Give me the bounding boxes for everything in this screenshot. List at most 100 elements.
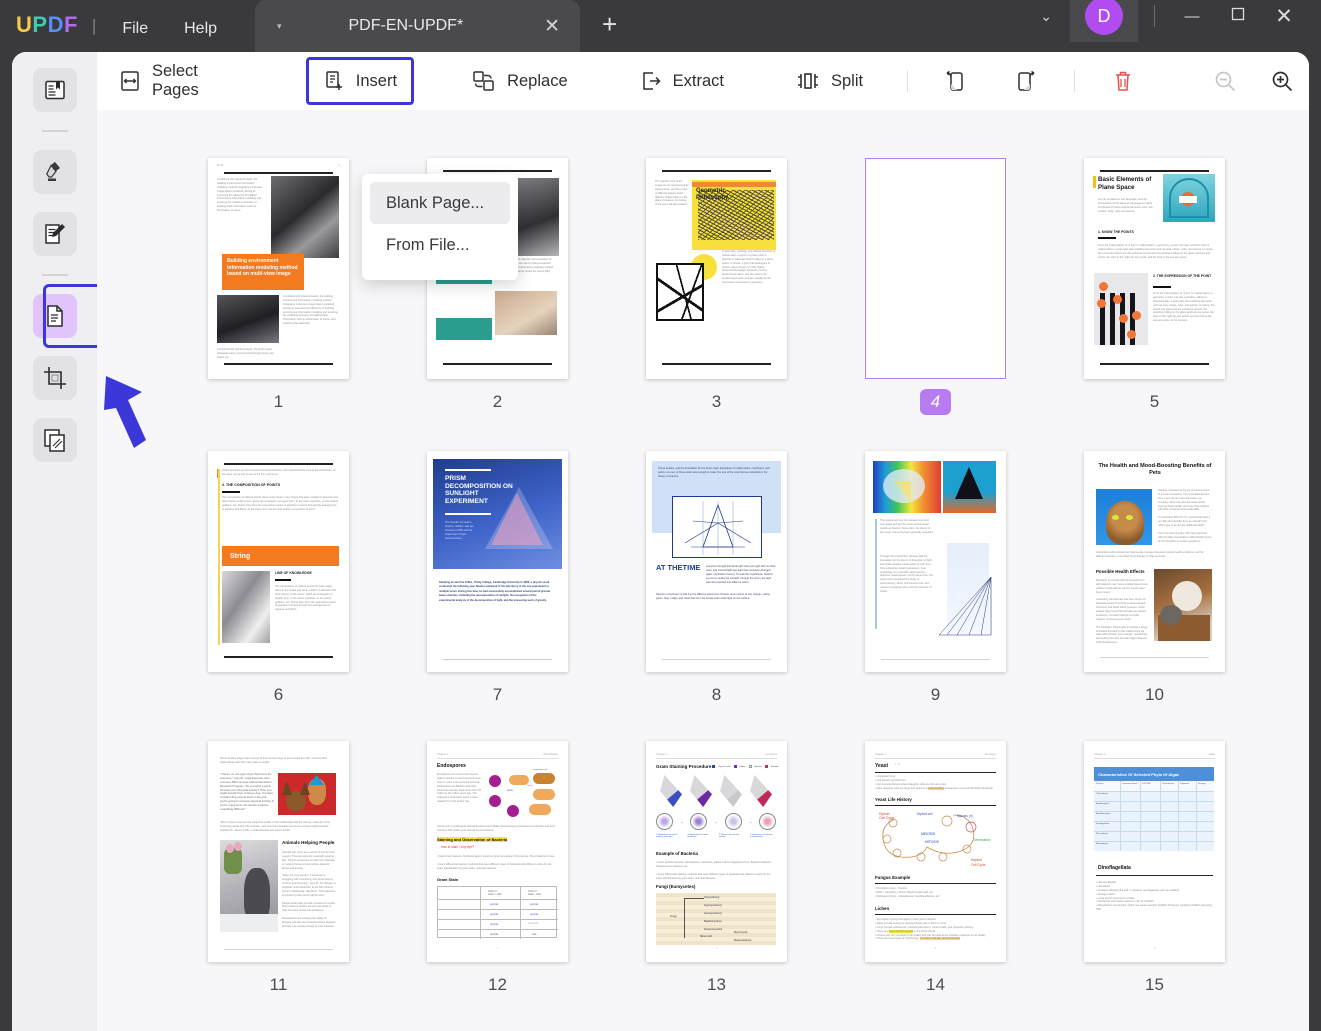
page-cell[interactable]: Basic Elements of Plane Space Any art is…	[1045, 158, 1264, 415]
page-cell[interactable]: This experiment can be repeated over and…	[826, 451, 1045, 705]
zoom-out-icon	[1213, 69, 1238, 94]
page-number: 3	[712, 392, 721, 412]
logo-letter-f: F	[64, 12, 78, 38]
menu-file[interactable]: File	[122, 20, 148, 38]
controls-divider	[1154, 5, 1155, 27]
sidebar-item-edit-pdf[interactable]	[33, 212, 77, 256]
page-6-section-2: LINE OF KNOWLEDGE	[275, 571, 312, 575]
delete-button[interactable]	[1103, 59, 1144, 103]
maximize-button[interactable]	[1215, 7, 1261, 25]
page-thumbnail-12[interactable]: Chapter 1 Microbiology Endospores Endosp…	[427, 741, 568, 962]
zoom-out-button[interactable]	[1205, 59, 1246, 103]
sidebar-item-batch-process[interactable]	[33, 418, 77, 462]
svg-text:Cell Cycle: Cell Cycle	[971, 863, 986, 867]
page-number: 8	[712, 685, 721, 705]
split-button[interactable]: Split	[782, 57, 877, 105]
page-thumbnail-8[interactable]: These studies, and the foundation for th…	[646, 451, 787, 672]
edit-document-icon	[42, 221, 68, 247]
insert-icon	[323, 70, 345, 92]
page-cell[interactable]: Chapter 2 Mycology Yeast ↑ ↗ • Unicellul…	[826, 741, 1045, 995]
extract-button[interactable]: Extract	[626, 57, 738, 105]
page-organize-icon	[42, 303, 68, 329]
page-cell-selected[interactable]: 4	[826, 158, 1045, 415]
logo-letter-u: U	[16, 12, 32, 38]
page-thumbnail-9[interactable]: This experiment can be repeated over and…	[865, 451, 1006, 672]
avatar: D	[1085, 0, 1123, 35]
page-15-title: Characteristics Of Selected Phyla Of Alg…	[1098, 772, 1179, 777]
page-number: 9	[931, 685, 940, 705]
page-5-section-1: 1. KNOW THE POINTS	[1098, 230, 1134, 234]
page-number: 5	[1150, 392, 1159, 412]
page-thumbnail-5[interactable]: Basic Elements of Plane Space Any art is…	[1084, 158, 1225, 379]
page-thumbnail-11[interactable]: NIH is funding large-scale surveys to fi…	[208, 741, 349, 962]
page-cell[interactable]: PRISM DECOMPOSITION ON SUNLIGHT EXPERIME…	[388, 451, 607, 705]
replace-button[interactable]: Replace	[458, 57, 582, 105]
toolbar-divider-2	[1074, 70, 1075, 92]
page-number: 14	[926, 975, 945, 995]
rotate-left-button[interactable]	[936, 59, 977, 103]
zoom-in-button[interactable]	[1262, 59, 1303, 103]
highlighter-icon	[42, 159, 68, 185]
page-cell[interactable]: NIH is funding large-scale surveys to fi…	[169, 741, 388, 995]
menu-help[interactable]: Help	[184, 20, 217, 38]
page-thumbnail-7[interactable]: PRISM DECOMPOSITION ON SUNLIGHT EXPERIME…	[427, 451, 568, 672]
left-sidebar	[12, 52, 97, 1031]
page-thumbnail-1[interactable]: B.I.M 1 Combined with practical needs, t…	[208, 158, 349, 379]
tab-close-icon[interactable]: ✕	[544, 15, 560, 38]
svg-text:Germination: Germination	[973, 838, 991, 842]
page-cell[interactable]: Chapter 1 Lab Notes Gram Staining Proced…	[607, 741, 826, 995]
page-cell[interactable]: These studies, and the foundation for th…	[607, 451, 826, 705]
page-thumbnail-13[interactable]: Chapter 1 Lab Notes Gram Staining Proced…	[646, 741, 787, 962]
sidebar-item-annotate[interactable]	[33, 150, 77, 194]
sidebar-item-crop-pages[interactable]	[33, 356, 77, 400]
page-thumbnail-3[interactable]: The specific point of the image can be r…	[646, 158, 787, 379]
insert-dropdown-menu[interactable]: Blank Page... From File...	[362, 174, 518, 280]
replace-label: Replace	[507, 72, 568, 91]
insert-button[interactable]: Insert	[306, 57, 414, 105]
select-pages-button[interactable]: Select Pages	[105, 57, 254, 105]
page-number: 15	[1145, 975, 1164, 995]
sidebar-item-reader-view[interactable]	[33, 68, 77, 112]
menu-item-from-file[interactable]: From File...	[362, 224, 518, 266]
page-cell[interactable]: Chapter 1 Microbiology Endospores Endosp…	[388, 741, 607, 995]
chevron-down-icon[interactable]: ⌄	[1022, 8, 1070, 25]
page-cell[interactable]: The specific point of the image can be r…	[607, 158, 826, 415]
page-cell[interactable]: The Health and Mood-Boosting Benefits of…	[1045, 451, 1264, 705]
page-thumbnail-14[interactable]: Chapter 2 Mycology Yeast ↑ ↗ • Unicellul…	[865, 741, 1006, 962]
page-15-section-1: Dinoflagellata	[1098, 865, 1131, 871]
page-12-section-2: Gram Stain	[437, 877, 458, 882]
page-number-selected: 4	[920, 389, 951, 415]
page-cell[interactable]: Chapter 3 Algae Characteristics Of Selec…	[1045, 741, 1264, 995]
prism-diagram-icon	[673, 497, 762, 558]
stacked-pages-icon	[42, 427, 68, 453]
rotate-right-button[interactable]	[1005, 59, 1046, 103]
logo-letter-p: P	[32, 12, 47, 38]
page-5-section-2: 2. THE EXPRESSION OF THE POINT	[1153, 274, 1215, 278]
crop-icon	[42, 365, 68, 391]
page-14-title: Yeast	[875, 763, 888, 769]
page-thumbnail-15[interactable]: Chapter 3 Algae Characteristics Of Selec…	[1084, 741, 1225, 962]
page-6-title: String	[230, 553, 250, 560]
close-window-button[interactable]: ✕	[1261, 4, 1307, 29]
insert-label: Insert	[356, 72, 397, 91]
select-pages-icon	[119, 70, 141, 92]
new-tab-button[interactable]: +	[602, 9, 617, 40]
toolbar-divider-1	[907, 70, 908, 92]
page-thumbnail-4[interactable]	[865, 158, 1006, 379]
app-window: Select Pages Insert Replace Extract Spli…	[12, 52, 1309, 1031]
svg-text:Meiosis (n): Meiosis (n)	[957, 814, 973, 818]
minimize-button[interactable]: —	[1169, 8, 1215, 25]
account-button[interactable]: D	[1070, 0, 1138, 42]
pages-grid-area[interactable]: B.I.M 1 Combined with practical needs, t…	[97, 110, 1309, 1031]
page-14-section-2: Fungus Example	[875, 875, 910, 880]
logo-letter-d: D	[48, 12, 64, 38]
sidebar-item-organize-pages[interactable]	[33, 294, 77, 338]
page-thumbnail-10[interactable]: The Health and Mood-Boosting Benefits of…	[1084, 451, 1225, 672]
page-10-title: The Health and Mood-Boosting Benefits of…	[1098, 463, 1212, 478]
document-tab[interactable]: ▾ PDF-EN-UPDF* ✕	[255, 0, 580, 52]
menu-item-blank-page[interactable]: Blank Page...	[370, 182, 510, 224]
split-label: Split	[831, 72, 863, 91]
extract-label: Extract	[673, 72, 724, 91]
page-14-section-1: Yeast Life History	[875, 797, 912, 802]
svg-text:MEIOSIS: MEIOSIS	[921, 832, 936, 836]
